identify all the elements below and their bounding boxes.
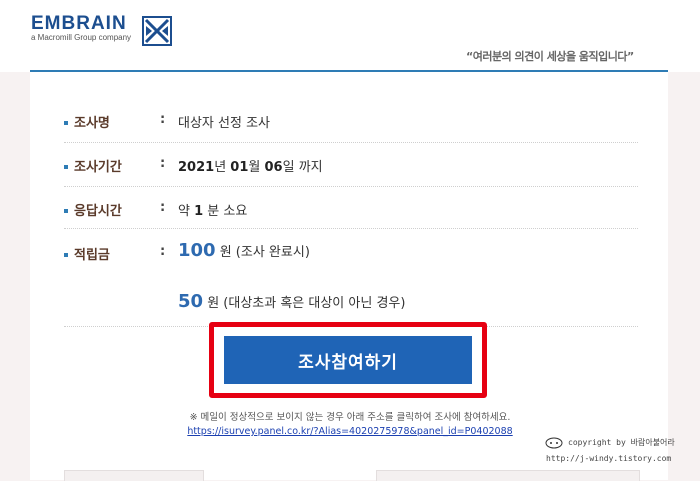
- colon: :: [160, 244, 166, 259]
- survey-period-label: 조사기간: [74, 160, 122, 175]
- bullet-icon: [64, 209, 68, 213]
- watermark: copyright by 바람아불어라 http://j-windy.tisto…: [542, 434, 692, 470]
- period-month: 01: [230, 160, 249, 175]
- slogan: “여러분의 의견이 세상을 움직입니다”: [466, 50, 634, 63]
- response-time-value: 약 1 분 소요: [178, 200, 247, 219]
- embrain-logo: EMBRAIN: [31, 13, 127, 34]
- embrain-logo-subtext: a Macromill Group company: [31, 33, 132, 42]
- colon: :: [160, 112, 166, 127]
- period-year: 2021: [178, 160, 215, 175]
- row-divider: [64, 142, 638, 143]
- time-suffix: 분 소요: [207, 204, 248, 219]
- bottom-box: [376, 470, 640, 481]
- reward-complete-value: 100 원 (조사 완료시): [178, 240, 310, 261]
- reward-label: 적립금: [74, 248, 110, 263]
- join-survey-button[interactable]: 조사참여하기: [224, 336, 472, 384]
- response-time-label: 응답시간: [74, 204, 122, 219]
- colon: :: [160, 156, 166, 171]
- period-suffix: 까지: [298, 160, 323, 175]
- period-day-unit: 일: [282, 160, 295, 175]
- email-header: EMBRAIN a Macromill Group company “여러분의 …: [0, 0, 700, 72]
- reward-screen-value: 50 원 (대상초과 혹은 대상이 아닌 경우): [178, 291, 405, 312]
- colon: :: [160, 200, 166, 215]
- reward-complete-text: 원 (조사 완료시): [219, 245, 310, 260]
- bullet-icon: [64, 121, 68, 125]
- time-amount: 1: [194, 204, 204, 219]
- bullet-icon: [64, 253, 68, 257]
- embrain-mark-icon: [142, 16, 172, 46]
- row-divider: [64, 186, 638, 187]
- watermark-url: http://j-windy.tistory.com: [546, 454, 672, 463]
- row-divider: [64, 228, 638, 229]
- survey-name-value: 대상자 선정 조사: [178, 116, 270, 131]
- reward-screen-text: 원 (대상초과 혹은 대상이 아닌 경우): [207, 296, 406, 311]
- time-prefix: 약: [178, 204, 190, 219]
- watermark-cloud-icon: [545, 437, 563, 449]
- reward-screen-amount: 50: [178, 291, 204, 312]
- period-day: 06: [264, 160, 283, 175]
- survey-name-label: 조사명: [74, 116, 110, 131]
- bottom-box: [64, 470, 204, 481]
- notice-text: ※ 메일이 정상적으로 보이지 않는 경우 아래 주소를 클릭하여 조사에 참여…: [189, 412, 511, 423]
- survey-period-value: 2021년 01월 06일 까지: [178, 156, 323, 175]
- reward-complete-amount: 100: [178, 240, 216, 261]
- period-month-unit: 월: [248, 160, 261, 175]
- bullet-icon: [64, 165, 68, 169]
- watermark-copyright: copyright by 바람아불어라: [568, 438, 675, 447]
- period-year-unit: 년: [214, 160, 227, 175]
